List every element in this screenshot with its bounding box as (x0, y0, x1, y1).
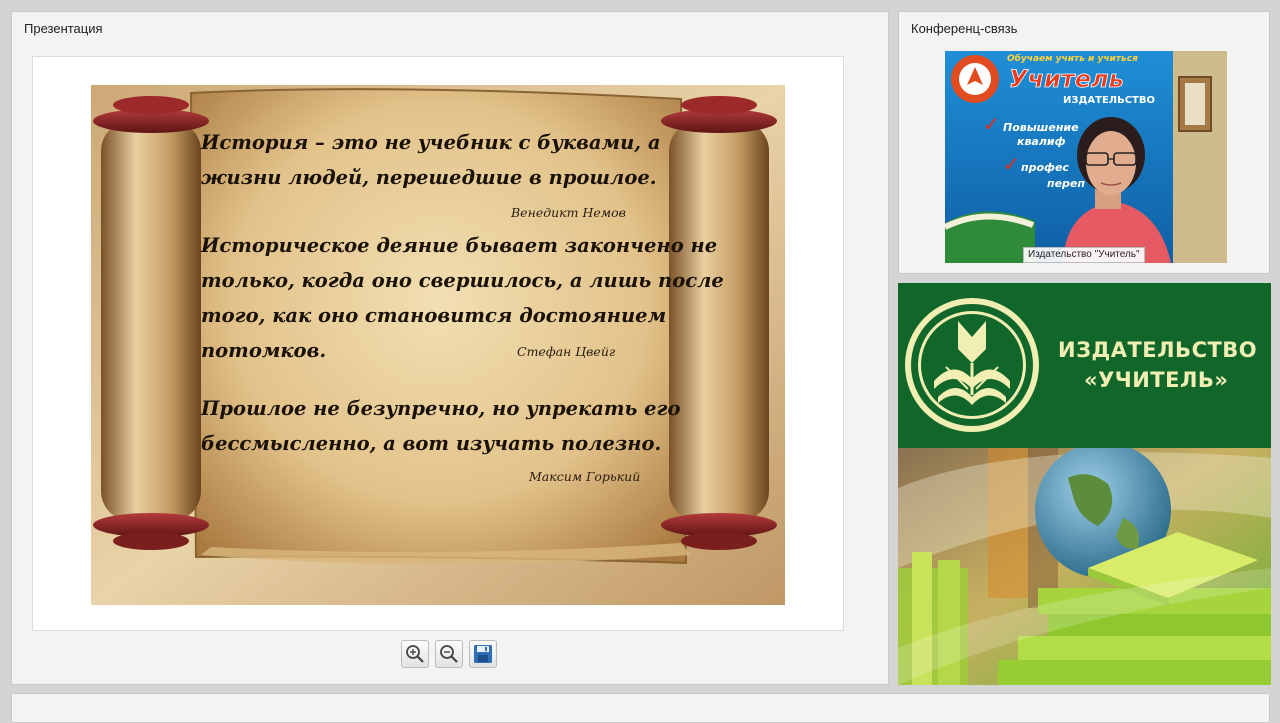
video-frame: Обучаем учить и учиться Учитель ИЗДАТЕЛЬ… (945, 51, 1227, 263)
poster-top-text: Обучаем учить и учиться (1007, 53, 1138, 64)
poster-item: переп (1047, 177, 1085, 190)
zoom-in-icon (406, 645, 424, 663)
quote-line: жизни людей, перешедшие в прошлое. (201, 166, 657, 189)
poster-brand: Учитель (1009, 65, 1124, 93)
poster-item: Повышение (1003, 121, 1079, 134)
conference-panel: Конференц-связь Обучаем учить и учиться … (898, 11, 1270, 274)
publisher-banner: ИЗДАТЕЛЬСТВО «УЧИТЕЛЬ» (898, 283, 1271, 685)
poster-brand-sub: ИЗДАТЕЛЬСТВО (1063, 95, 1155, 106)
publisher-banner-top: ИЗДАТЕЛЬСТВО «УЧИТЕЛЬ» (898, 283, 1271, 448)
check-icon: ✓ (1003, 152, 1020, 176)
video-caption: Издательство "Учитель" (1023, 247, 1145, 263)
quote-author-1: Венедикт Немов (511, 205, 626, 220)
books-globe-illustration (898, 442, 1271, 685)
quote-line: только, когда оно свершилось, а лишь пос… (201, 269, 724, 292)
quote-author-2: Стефан Цвейг (517, 344, 616, 359)
presentation-title: Презентация (24, 21, 103, 36)
quote-line: Историческое деяние бывает закончено не (201, 234, 718, 257)
quote-line: того, как оно становится достоянием (201, 304, 667, 327)
poster-item: профес (1021, 161, 1069, 174)
quote-1: История – это не учебник с буквами, а жи… (201, 125, 660, 195)
zoom-out-icon (440, 645, 458, 663)
quote-line: бессмысленно, а вот изучать полезно. (201, 432, 662, 455)
quote-3: Прошлое не безупречно, но упрекать его б… (201, 391, 681, 461)
quote-2: Историческое деяние бывает закончено не … (201, 228, 724, 368)
poster-item: квалиф (1017, 135, 1066, 148)
quote-author-3: Максим Горький (529, 469, 641, 484)
presentation-panel: Презентация История – это не учебник с б… (11, 11, 889, 685)
zoom-in-button[interactable] (401, 640, 429, 668)
quote-line: Прошлое не безупречно, но упрекать его (201, 397, 681, 420)
save-button[interactable] (469, 640, 497, 668)
publisher-logo-icon (905, 298, 1039, 432)
bottom-panel (11, 693, 1270, 723)
video-feed[interactable]: Обучаем учить и учиться Учитель ИЗДАТЕЛЬ… (945, 51, 1227, 263)
slide-frame: История – это не учебник с буквами, а жи… (32, 56, 844, 631)
save-icon (474, 645, 492, 663)
quote-line: потомков. (201, 339, 327, 362)
quote-line: История – это не учебник с буквами, а (201, 131, 661, 154)
publisher-name-line1: ИЗДАТЕЛЬСТВО (1058, 338, 1258, 362)
slide-image: История – это не учебник с буквами, а жи… (91, 85, 785, 605)
publisher-name-line2: «УЧИТЕЛЬ» (1084, 368, 1229, 392)
check-icon: ✓ (983, 112, 1000, 136)
publisher-banner-image (898, 442, 1271, 685)
conference-title: Конференц-связь (911, 21, 1018, 36)
zoom-out-button[interactable] (435, 640, 463, 668)
